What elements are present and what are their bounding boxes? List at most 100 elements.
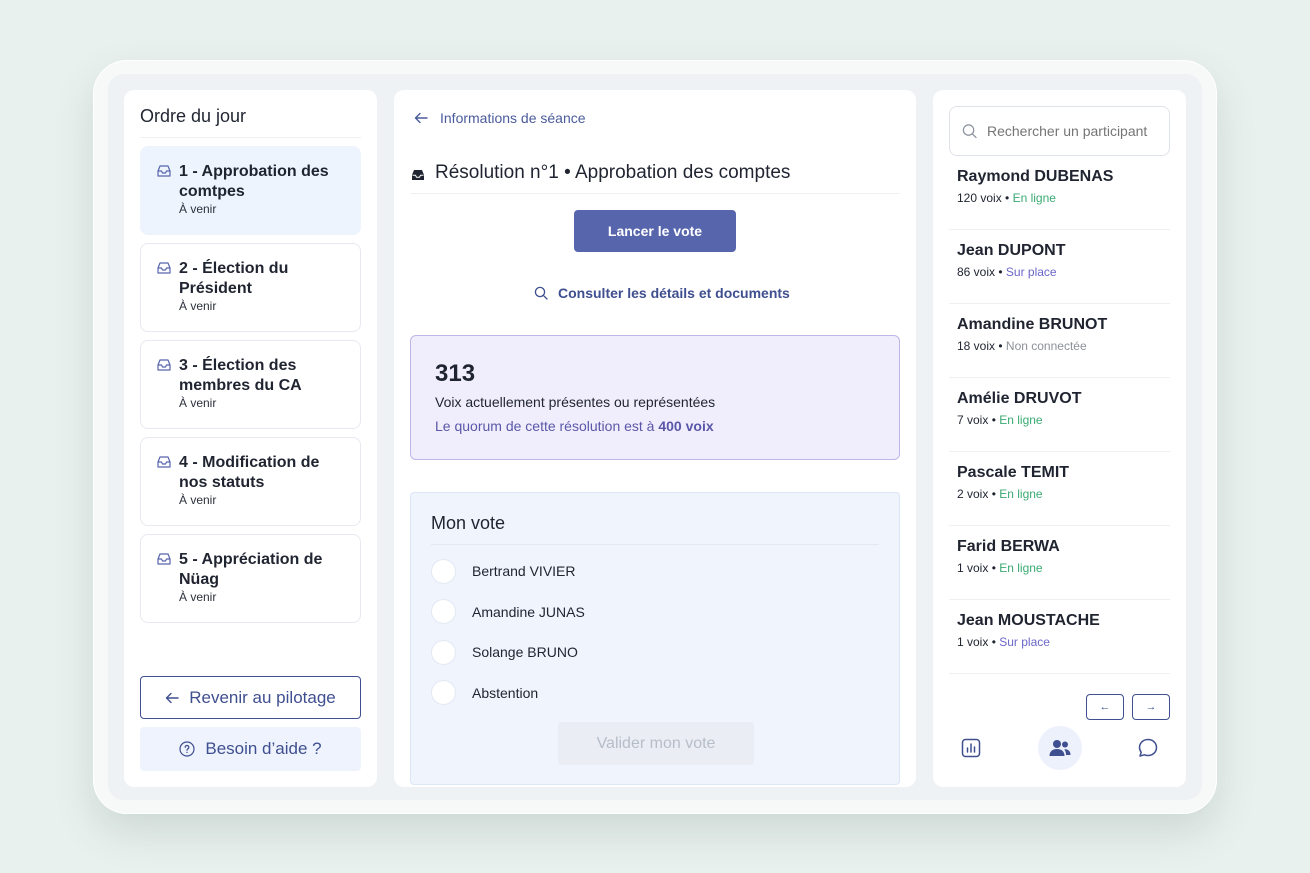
vote-option[interactable]: Solange BRUNO bbox=[431, 632, 879, 673]
breadcrumb[interactable]: Informations de séance bbox=[414, 110, 586, 126]
participant-voices: 18 voix bbox=[957, 339, 996, 353]
consult-details-link[interactable]: Consulter les détails et documents bbox=[534, 285, 790, 301]
agenda-item[interactable]: 4 - Modification de nos statuts À venir bbox=[140, 437, 361, 526]
participant-voices: 7 voix bbox=[957, 413, 989, 427]
inbox-icon bbox=[157, 553, 171, 565]
panel-tabs bbox=[949, 726, 1170, 770]
next-page-button[interactable]: → bbox=[1132, 694, 1170, 720]
participant-meta: 18 voix • Non connectée bbox=[957, 339, 1162, 353]
agenda-item-title: 4 - Modification de nos statuts bbox=[179, 454, 320, 491]
separator: • bbox=[988, 413, 1000, 427]
participant-status: En ligne bbox=[1012, 191, 1056, 205]
participant-status: Non connectée bbox=[1005, 339, 1087, 353]
arrow-left-icon bbox=[166, 692, 179, 703]
participant-voices: 86 voix bbox=[957, 265, 996, 279]
tab-participants[interactable] bbox=[1037, 726, 1082, 770]
tab-chat[interactable] bbox=[1126, 726, 1170, 770]
back-to-control-button[interactable]: Revenir au pilotage bbox=[140, 676, 361, 719]
vote-option-label: Amandine JUNAS bbox=[472, 603, 585, 620]
radio-button[interactable] bbox=[431, 639, 456, 665]
page-title: Résolution n°1 • Approbation des comptes bbox=[411, 162, 900, 194]
radio-button[interactable] bbox=[431, 599, 456, 625]
participant-row[interactable]: Raymond DUBENAS 120 voix • En ligne bbox=[949, 156, 1170, 230]
agenda-title: Ordre du jour bbox=[140, 106, 361, 138]
agenda-item[interactable]: 2 - Élection du Président À venir bbox=[140, 243, 361, 332]
help-button[interactable]: Besoin d’aide ? bbox=[140, 727, 361, 771]
participant-status: En ligne bbox=[999, 413, 1043, 427]
radio-button[interactable] bbox=[431, 680, 456, 706]
participant-voices: 1 voix bbox=[957, 561, 989, 575]
participant-meta: 86 voix • Sur place bbox=[957, 265, 1162, 279]
participant-row[interactable]: Jean DUPONT 86 voix • Sur place bbox=[949, 230, 1170, 304]
quorum-info: Le quorum de cette résolution est à 400 … bbox=[435, 418, 875, 434]
vote-option[interactable]: Abstention bbox=[431, 673, 879, 714]
participant-name: Farid BERWA bbox=[957, 538, 1060, 555]
agenda-item[interactable]: 5 - Appréciation de Nüag À venir bbox=[140, 534, 361, 623]
participant-meta: 1 voix • En ligne bbox=[957, 561, 1162, 575]
agenda-item-status: À venir bbox=[179, 493, 217, 507]
inbox-icon bbox=[157, 165, 171, 177]
participant-voices: 2 voix bbox=[957, 487, 989, 501]
separator: • bbox=[988, 561, 1000, 575]
participant-meta: 1 voix • Sur place bbox=[957, 635, 1162, 649]
prev-page-button[interactable]: ← bbox=[1086, 694, 1124, 720]
radio-button[interactable] bbox=[431, 558, 456, 584]
agenda-panel: Ordre du jour 1 - Approbation des comtpe… bbox=[124, 90, 377, 787]
vote-option[interactable]: Bertrand VIVIER bbox=[431, 551, 879, 592]
participant-list: Raymond DUBENAS 120 voix • En ligne Jean … bbox=[949, 156, 1170, 674]
quorum-value: 400 voix bbox=[658, 418, 714, 434]
chart-icon bbox=[961, 738, 981, 758]
separator: • bbox=[988, 487, 1000, 501]
participant-voices: 1 voix bbox=[957, 635, 989, 649]
agenda-item[interactable]: 3 - Élection des membres du CA À venir bbox=[140, 340, 361, 429]
search-icon bbox=[962, 124, 977, 139]
agenda-list: 1 - Approbation des comtpes À venir 2 - É… bbox=[140, 146, 361, 623]
participant-meta: 2 voix • En ligne bbox=[957, 487, 1162, 501]
vote-option-label: Bertrand VIVIER bbox=[472, 563, 576, 580]
participant-name: Amélie DRUVOT bbox=[957, 390, 1082, 407]
separator: • bbox=[1001, 191, 1013, 205]
launch-vote-button[interactable]: Lancer le vote bbox=[574, 210, 736, 252]
participants-panel: Raymond DUBENAS 120 voix • En ligne Jean … bbox=[933, 90, 1186, 787]
present-voices-count: 313 bbox=[435, 360, 476, 387]
validate-vote-button[interactable]: Valider mon vote bbox=[558, 722, 754, 765]
agenda-item-title: 1 - Approbation des comtpes bbox=[179, 163, 329, 200]
arrow-left-icon bbox=[414, 112, 428, 124]
tab-statistics[interactable] bbox=[949, 726, 993, 770]
participant-row[interactable]: Amandine BRUNOT 18 voix • Non connectée bbox=[949, 304, 1170, 378]
inbox-icon bbox=[412, 170, 424, 180]
participant-name: Jean MOUSTACHE bbox=[957, 612, 1100, 629]
resolution-title: Résolution n°1 • Approbation des comptes bbox=[435, 162, 791, 183]
search-input[interactable] bbox=[987, 123, 1157, 139]
agenda-item-title: 2 - Élection du Président bbox=[179, 260, 289, 297]
agenda-item-status: À venir bbox=[179, 590, 217, 604]
separator: • bbox=[995, 265, 1006, 279]
pagination: ← → bbox=[1086, 694, 1170, 720]
agenda-item[interactable]: 1 - Approbation des comtpes À venir bbox=[140, 146, 361, 235]
participant-status: En ligne bbox=[999, 561, 1043, 575]
resolution-panel: Informations de séance Résolution n°1 • … bbox=[394, 90, 916, 787]
present-voices-label: Voix actuellement présentes ou représent… bbox=[435, 394, 716, 410]
participant-row[interactable]: Jean MOUSTACHE 1 voix • Sur place bbox=[949, 600, 1170, 674]
agenda-item-status: À venir bbox=[179, 299, 217, 313]
participant-row[interactable]: Pascale TEMIT 2 voix • En ligne bbox=[949, 452, 1170, 526]
breadcrumb-label: Informations de séance bbox=[440, 110, 586, 126]
participant-name: Raymond DUBENAS bbox=[957, 168, 1114, 185]
participant-search[interactable] bbox=[949, 106, 1170, 156]
help-circle-icon bbox=[179, 741, 195, 757]
inbox-icon bbox=[157, 456, 171, 468]
inbox-icon bbox=[157, 262, 171, 274]
participant-voices: 120 voix bbox=[957, 191, 1002, 205]
participant-meta: 7 voix • En ligne bbox=[957, 413, 1162, 427]
my-vote-title: Mon vote bbox=[431, 513, 879, 545]
vote-option[interactable]: Amandine JUNAS bbox=[431, 592, 879, 633]
agenda-item-status: À venir bbox=[179, 396, 217, 410]
vote-option-label: Abstention bbox=[472, 684, 539, 701]
participant-row[interactable]: Farid BERWA 1 voix • En ligne bbox=[949, 526, 1170, 600]
participant-name: Amandine BRUNOT bbox=[957, 316, 1108, 333]
help-label: Besoin d’aide ? bbox=[205, 739, 322, 758]
agenda-item-title: 3 - Élection des membres du CA bbox=[179, 357, 302, 394]
agenda-item-status: À venir bbox=[179, 202, 217, 216]
participant-row[interactable]: Amélie DRUVOT 7 voix • En ligne bbox=[949, 378, 1170, 452]
chat-icon bbox=[1138, 738, 1158, 757]
